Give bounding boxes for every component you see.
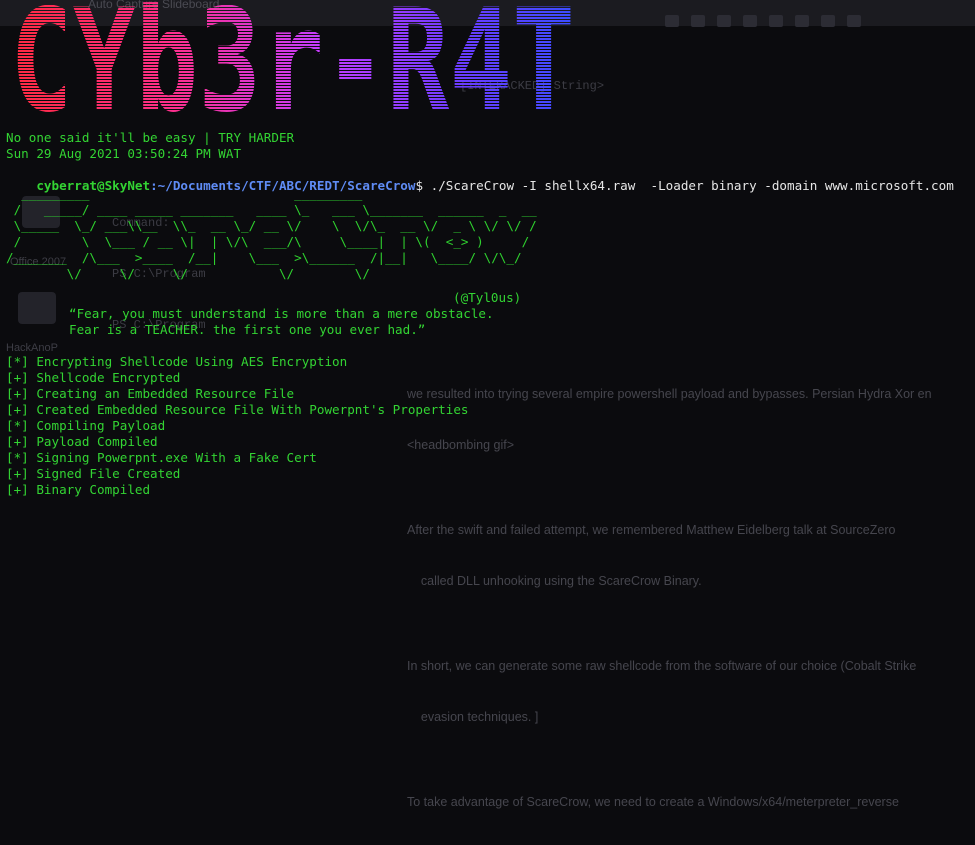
article-line: To take advantage of ScareCrow, we need … [407,795,899,809]
scarecrow-ascii-logo: _________ _________ / _____/ ____ _____ … [6,186,537,281]
log-line: [+] Created Embedded Resource File With … [6,402,469,417]
article-line: evasion techniques. ] [407,710,539,724]
log-line: [*] Compiling Payload [6,418,166,433]
log-line: [*] Encrypting Shellcode Using AES Encry… [6,354,348,369]
log-line: [*] Signing Powerpnt.exe With a Fake Cer… [6,450,317,465]
article-line: In short, we can generate some raw shell… [407,659,917,673]
quote-line: “Fear, you must understand is more than … [69,306,494,321]
log-line: [+] Signed File Created [6,466,181,481]
log-line: [+] Binary Compiled [6,482,151,497]
author-handle: (@Tyl0us) [453,290,522,305]
banner-text: CYb3r-R4T [10,2,575,124]
motto-line: No one said it'll be easy | TRY HARDER [6,130,295,145]
log-line: [+] Shellcode Encrypted [6,370,181,385]
datetime-line: Sun 29 Aug 2021 03:50:24 PM WAT [6,146,242,161]
cyber-rat-banner: CYb3r-R4T [10,2,575,124]
terminal[interactable]: CYb3r-R4T No one said it'll be easy | TR… [0,0,975,498]
quote-line: Fear is a TEACHER. the first one you eve… [69,322,426,337]
log-line: [+] Payload Compiled [6,434,158,449]
article-line: After the swift and failed attempt, we r… [407,523,896,537]
log-line: [+] Creating an Embedded Resource File [6,386,295,401]
article-line: called DLL unhooking using the ScareCrow… [407,574,702,588]
